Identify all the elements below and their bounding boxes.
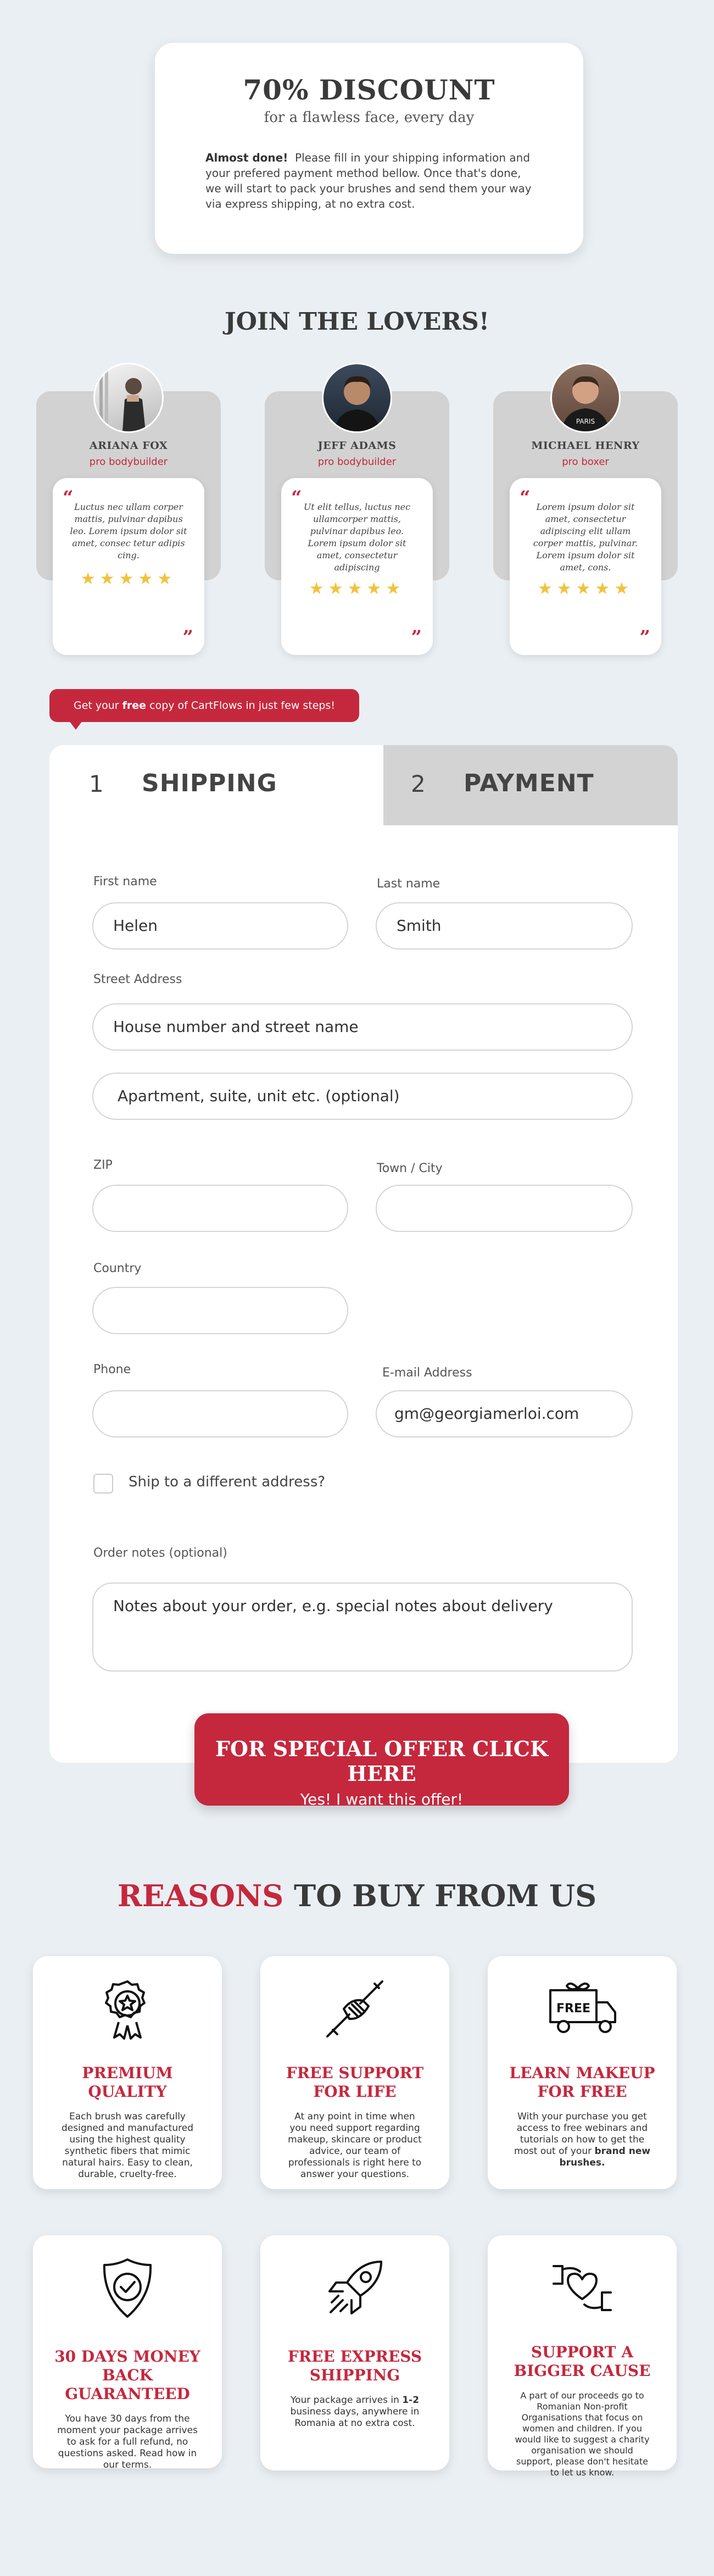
testimonial-name: MICHAEL HENRY [531,440,640,452]
rocket-icon [328,2261,382,2314]
street-address-field[interactable]: House number and street name [92,1003,633,1051]
reason-title: PREMIUM QUALITY [82,2064,173,2101]
avatar: PARIS [550,363,621,433]
quote-close-icon: ” [411,626,422,648]
quote-close-icon: ” [639,626,650,648]
last-name-field[interactable]: Smith [376,902,633,950]
star-rating: ★★★★★ [309,579,405,598]
reason-card: FREE LEARN MAKEUP FOR FREE With your pur… [488,1956,677,2189]
quote-close-icon: ” [182,626,193,648]
order-notes-textarea[interactable]: Notes about your order, e.g. special not… [92,1583,633,1672]
reason-title: FREE EXPRESS SHIPPING [287,2347,422,2384]
first-name-field[interactable]: Helen [92,902,348,950]
star-rating: ★★★★★ [80,569,177,589]
testimonial-card: “ Ut elit tellus, luctus nec ullamcorper… [281,478,433,655]
first-name-label: First name [93,875,157,889]
discount-subtitle: for a flawless face, every day [264,109,475,126]
discount-lead: Almost done! [205,151,288,164]
reasons-heading-red: REASONS [117,1878,284,1913]
testimonial-card: “ Lorem ipsum dolor sit amet, consectetu… [510,478,661,655]
handshake-icon [326,1980,383,2038]
quote-open-icon: “ [291,487,302,509]
reason-text: At any point in time when you need suppo… [288,2111,422,2180]
ship-different-checkbox[interactable] [93,1474,113,1494]
testimonial-name: JEFF ADAMS [317,440,397,452]
svg-text:PARIS: PARIS [576,418,595,425]
testimonial-quote: Ut elit tellus, luctus nec ullamcorper m… [303,502,411,573]
reason-text: With your purchase you get access to fre… [512,2111,652,2169]
tab-shipping[interactable]: 1 SHIPPING [49,745,383,825]
reason-card: FREE EXPRESS SHIPPING Your package arriv… [260,2235,449,2470]
apartment-field[interactable]: Apartment, suite, unit etc. (optional) [92,1073,633,1120]
phone-field[interactable] [92,1390,348,1437]
reason-text: Your package arrives in 1-2 business day… [285,2395,425,2429]
free-badge-text: FREE [556,2002,590,2016]
country-label: Country [93,1262,142,1275]
tab-shipping-label: SHIPPING [142,769,277,797]
avatar [322,363,392,433]
zip-label: ZIP [93,1158,113,1172]
reason-title: LEARN MAKEUP FOR FREE [509,2064,655,2101]
testimonial-role: pro bodybuilder [317,456,397,468]
reason-title: SUPPORT A BIGGER CAUSE [514,2343,651,2380]
testimonial-quote: Luctus nec ullam corper mattis, pulvinar… [70,502,187,560]
reasons-heading-rest: TO BUY FROM US [283,1878,597,1913]
testimonial-role: pro bodybuilder [89,456,168,468]
town-city-field[interactable] [376,1185,633,1232]
tab-shipping-number: 1 [89,770,104,797]
country-select[interactable] [92,1287,348,1334]
free-delivery-truck-icon: FREE [549,1982,616,2033]
ship-different-label[interactable]: Ship to a different address? [129,1474,325,1490]
reasons-heading: REASONS TO BUY FROM US [0,1878,714,1913]
quote-open-icon: “ [63,487,74,509]
testimonial-name: ARIANA FOX [89,440,168,452]
tooltip-text-post: copy of CartFlows in just few steps! [146,699,336,712]
tab-payment-label: PAYMENT [464,769,594,797]
town-city-label: Town / City [377,1162,443,1175]
hands-heart-icon [553,2265,612,2311]
order-notes-label: Order notes (optional) [93,1546,227,1560]
discount-card: 70% DISCOUNT for a flawless face, every … [155,43,583,254]
tab-payment[interactable]: 2 PAYMENT [383,745,678,825]
testimonials-heading: JOIN THE LOVERS! [224,308,490,336]
phone-label: Phone [93,1363,131,1376]
tooltip-text-bold: free [122,699,147,712]
special-offer-subtitle: Yes! I want this offer! [300,1790,464,1808]
email-field[interactable]: gm@georgiamerloi.com [376,1390,633,1437]
checkout-form: 1 SHIPPING 2 PAYMENT First name Helen La… [49,745,678,1763]
reason-card: 30 DAYS MONEY BACK GUARANTEED You have 3… [33,2235,222,2470]
testimonial-quote: Lorem ipsum dolor sit amet, consectetur … [533,502,638,573]
last-name-label: Last name [377,877,440,891]
reason-text: A part of our proceeds go to Romanian No… [515,2390,650,2478]
reason-card: SUPPORT A BIGGER CAUSE A part of our pro… [488,2235,677,2478]
star-rating: ★★★★★ [537,579,634,598]
reason-text-bold: 1-2 [402,2395,420,2406]
reason-text-pre: Your package arrives in [290,2395,403,2406]
award-ribbon-icon [105,1980,146,2040]
reason-text: Each brush was carefully designed and ma… [61,2111,194,2180]
discount-description: Almost done! Please fill in your shippin… [205,150,533,212]
testimonial-role: pro boxer [562,456,609,468]
reason-text-post: business days, anywhere in Romania at no… [290,2406,420,2429]
tab-payment-number: 2 [411,770,426,797]
special-offer-button[interactable]: FOR SPECIAL OFFER CLICK HERE Yes! I want… [194,1713,569,1808]
special-offer-title: FOR SPECIAL OFFER CLICK HERE [215,1736,549,1786]
tooltip-text-pre: Get your [73,699,122,712]
reason-card: FREE SUPPORT FOR LIFE At any point in ti… [260,1956,449,2189]
street-address-label: Street Address [93,973,182,986]
email-label: E-mail Address [382,1366,472,1380]
zip-field[interactable] [92,1185,348,1232]
reason-title: FREE SUPPORT FOR LIFE [286,2064,424,2101]
avatar [93,363,164,433]
reason-text: You have 30 days from the moment your pa… [57,2413,198,2470]
free-copy-tooltip: Get your free copy of CartFlows in just … [49,689,359,730]
testimonial-card: “ Luctus nec ullam corper mattis, pulvin… [53,478,204,655]
reason-card: PREMIUM QUALITY Each brush was carefully… [33,1956,222,2189]
discount-title: 70% DISCOUNT [243,74,495,106]
quote-open-icon: “ [520,487,531,509]
shield-check-icon [103,2258,152,2318]
reason-title: 30 DAYS MONEY BACK GUARANTEED [54,2347,200,2403]
